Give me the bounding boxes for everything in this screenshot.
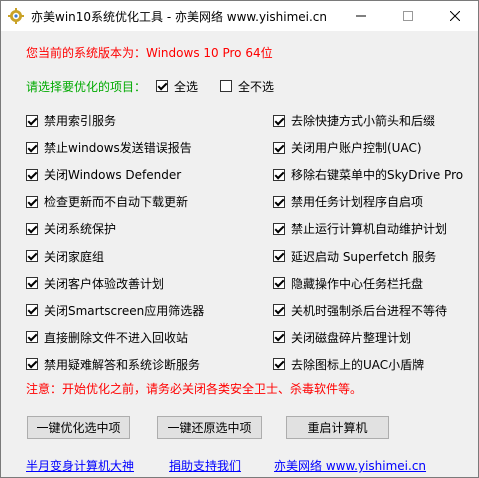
option-checkbox[interactable] bbox=[273, 168, 285, 181]
option-checkbox[interactable] bbox=[273, 277, 285, 290]
select-section: 请选择要优化的项目： 全选 全不选 bbox=[26, 77, 274, 95]
select-prompt-label: 请选择要优化的项目： bbox=[26, 79, 147, 94]
select-all-label: 全选 bbox=[174, 79, 199, 94]
option-label: 直接删除文件不进入回收站 bbox=[44, 330, 189, 345]
option-label: 关闭Windows Defender bbox=[44, 168, 182, 183]
author-link[interactable]: 半月变身计算机大神 bbox=[26, 457, 134, 474]
option-item[interactable]: 禁用疑难解答和系统诊断服务 bbox=[26, 351, 204, 378]
option-item[interactable]: 禁用任务计划程序自启项 bbox=[273, 188, 463, 215]
close-icon bbox=[450, 11, 460, 21]
option-checkbox[interactable] bbox=[26, 114, 38, 127]
title-bar[interactable]: 亦美win10系统优化工具 - 亦美网络 www.yishimei.cn bbox=[1, 1, 478, 31]
option-label: 检查更新而不自动下载更新 bbox=[44, 195, 189, 210]
optimize-selected-button[interactable]: 一键优化选中项 bbox=[27, 416, 130, 439]
option-checkbox[interactable] bbox=[273, 331, 285, 344]
option-label: 禁止运行计算机自动维护计划 bbox=[291, 222, 448, 237]
option-label: 关机时强制杀后台进程不等待 bbox=[291, 303, 448, 318]
window-title: 亦美win10系统优化工具 - 亦美网络 www.yishimei.cn bbox=[31, 10, 328, 24]
option-checkbox[interactable] bbox=[26, 331, 38, 344]
reboot-button[interactable]: 重启计算机 bbox=[286, 416, 389, 439]
option-label: 禁用任务计划程序自启项 bbox=[291, 195, 424, 210]
restore-selected-button[interactable]: 一键还原选中项 bbox=[157, 416, 262, 439]
option-item[interactable]: 关闭系统保护 bbox=[26, 215, 204, 242]
select-none-label: 全不选 bbox=[238, 79, 275, 94]
option-item[interactable]: 关闭客户体验改善计划 bbox=[26, 270, 204, 297]
option-label: 移除右键菜单中的SkyDrive Pro bbox=[291, 168, 464, 183]
option-item[interactable]: 延迟启动 Superfetch 服务 bbox=[273, 242, 463, 269]
option-label: 去除图标上的UAC小盾牌 bbox=[291, 357, 425, 372]
option-checkbox[interactable] bbox=[273, 114, 285, 127]
option-checkbox[interactable] bbox=[26, 141, 38, 154]
donate-link[interactable]: 捐助支持我们 bbox=[169, 457, 241, 474]
close-button[interactable] bbox=[432, 1, 478, 31]
option-item[interactable]: 关闭磁盘碎片整理计划 bbox=[273, 324, 463, 351]
option-checkbox[interactable] bbox=[273, 358, 285, 371]
option-checkbox[interactable] bbox=[26, 222, 38, 235]
option-checkbox[interactable] bbox=[273, 195, 285, 208]
option-checkbox[interactable] bbox=[26, 168, 38, 181]
option-label: 关闭用户账户控制(UAC) bbox=[291, 141, 422, 156]
option-label: 禁用疑难解答和系统诊断服务 bbox=[44, 357, 201, 372]
option-item[interactable]: 禁用索引服务 bbox=[26, 107, 204, 134]
option-checkbox[interactable] bbox=[26, 304, 38, 317]
option-item[interactable]: 禁止运行计算机自动维护计划 bbox=[273, 215, 463, 242]
option-item[interactable]: 隐藏操作中心任务栏托盘 bbox=[273, 270, 463, 297]
warning-notice: 注意：开始优化之前，请务必关闭各类安全卫士、杀毒软件等。 bbox=[26, 382, 363, 396]
option-item[interactable]: 关闭Windows Defender bbox=[26, 161, 204, 188]
option-checkbox[interactable] bbox=[26, 250, 38, 263]
app-gear-icon bbox=[8, 8, 24, 24]
minimize-button[interactable] bbox=[338, 1, 384, 31]
option-item[interactable]: 去除图标上的UAC小盾牌 bbox=[273, 351, 463, 378]
option-item[interactable]: 直接删除文件不进入回收站 bbox=[26, 324, 204, 351]
option-label: 关闭家庭组 bbox=[44, 249, 105, 264]
option-label: 禁用索引服务 bbox=[44, 114, 117, 129]
maximize-button[interactable] bbox=[385, 1, 431, 31]
minimize-icon bbox=[356, 15, 366, 17]
options-left-column: 禁用索引服务 禁止windows发送错误报告 关闭Windows Defende… bbox=[26, 107, 204, 378]
option-item[interactable]: 移除右键菜单中的SkyDrive Pro bbox=[273, 161, 463, 188]
option-label: 去除快捷方式小箭头和后缀 bbox=[291, 114, 436, 129]
app-window: 亦美win10系统优化工具 - 亦美网络 www.yishimei.cn 您当前… bbox=[0, 0, 479, 478]
option-item[interactable]: 关机时强制杀后台进程不等待 bbox=[273, 297, 463, 324]
option-item[interactable]: 关闭用户账户控制(UAC) bbox=[273, 134, 463, 161]
select-none-check-box[interactable] bbox=[220, 80, 233, 92]
option-checkbox[interactable] bbox=[273, 304, 285, 317]
option-checkbox[interactable] bbox=[273, 222, 285, 235]
option-checkbox[interactable] bbox=[26, 195, 38, 208]
system-version-text: 您当前的系统版本为：Windows 10 Pro 64位 bbox=[26, 46, 273, 60]
option-label: 关闭系统保护 bbox=[44, 222, 117, 237]
option-label: 禁止windows发送错误报告 bbox=[44, 141, 192, 156]
select-all-check-box[interactable] bbox=[156, 80, 169, 92]
option-label: 隐藏操作中心任务栏托盘 bbox=[291, 276, 424, 291]
option-label: 延迟启动 Superfetch 服务 bbox=[291, 249, 437, 264]
option-item[interactable]: 禁止windows发送错误报告 bbox=[26, 134, 204, 161]
select-all-checkbox[interactable]: 全选 bbox=[156, 78, 198, 95]
option-checkbox[interactable] bbox=[26, 277, 38, 290]
option-item[interactable]: 去除快捷方式小箭头和后缀 bbox=[273, 107, 463, 134]
option-item[interactable]: 关闭Smartscreen应用筛选器 bbox=[26, 297, 204, 324]
option-label: 关闭客户体验改善计划 bbox=[44, 276, 165, 291]
option-label: 关闭Smartscreen应用筛选器 bbox=[44, 303, 205, 318]
option-label: 关闭磁盘碎片整理计划 bbox=[291, 330, 412, 345]
option-item[interactable]: 关闭家庭组 bbox=[26, 242, 204, 269]
website-link[interactable]: 亦美网络 www.yishimei.cn bbox=[274, 457, 426, 474]
option-checkbox[interactable] bbox=[273, 250, 285, 263]
option-checkbox[interactable] bbox=[26, 358, 38, 371]
option-checkbox[interactable] bbox=[273, 141, 285, 154]
select-none-checkbox[interactable]: 全不选 bbox=[220, 78, 274, 95]
option-item[interactable]: 检查更新而不自动下载更新 bbox=[26, 188, 204, 215]
options-right-column: 去除快捷方式小箭头和后缀 关闭用户账户控制(UAC) 移除右键菜单中的SkyDr… bbox=[273, 107, 463, 378]
maximize-icon bbox=[403, 11, 413, 21]
